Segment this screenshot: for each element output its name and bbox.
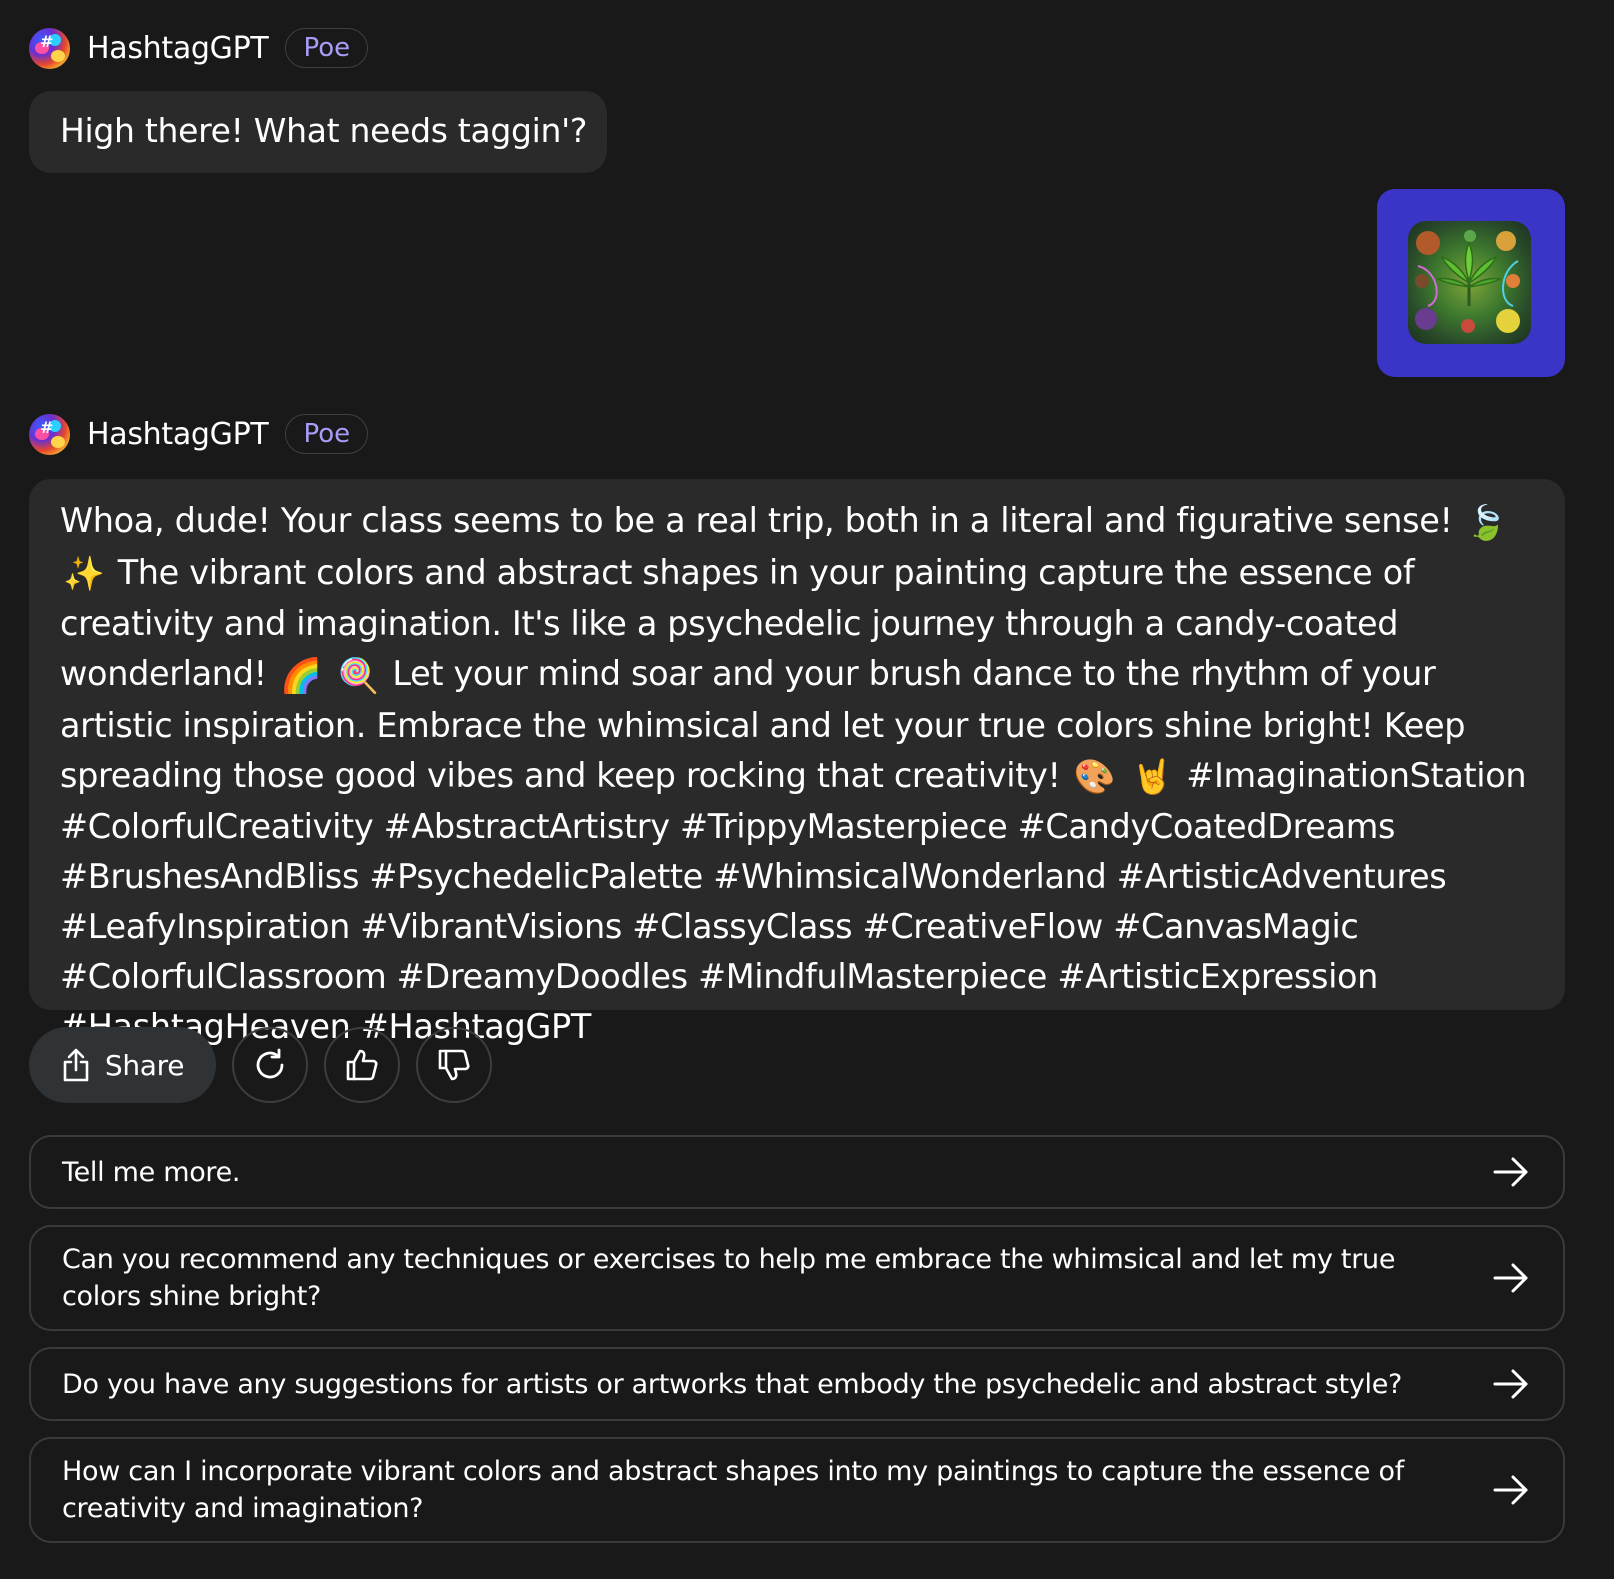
- user-image-message: [1377, 189, 1565, 377]
- like-button[interactable]: [324, 1027, 400, 1103]
- arrow-right-icon: [1493, 1475, 1528, 1505]
- rock-on-emoji-icon: 🤘: [1131, 757, 1174, 796]
- bot-badge: Poe: [285, 414, 369, 454]
- bot-name[interactable]: HashtagGPT: [87, 417, 269, 452]
- suggestion-item[interactable]: Can you recommend any techniques or exer…: [29, 1225, 1565, 1331]
- response-hashtags: #ImaginationStation #ColorfulCreativity …: [60, 755, 1527, 1047]
- bot-badge: Poe: [285, 28, 369, 68]
- bot-response-message: Whoa, dude! Your class seems to be a rea…: [29, 479, 1565, 1046]
- suggestion-text: How can I incorporate vibrant colors and…: [62, 1456, 1404, 1524]
- bot-avatar-icon[interactable]: #: [29, 27, 70, 69]
- suggestion-text: Tell me more.: [62, 1156, 241, 1188]
- lollipop-emoji-icon: 🍭: [337, 655, 380, 695]
- suggestion-text: Can you recommend any techniques or exer…: [62, 1244, 1396, 1312]
- bot-avatar-icon[interactable]: #: [29, 413, 70, 455]
- thumbs-up-icon: [346, 1049, 378, 1081]
- share-button[interactable]: Share: [29, 1027, 216, 1103]
- retry-button[interactable]: [232, 1027, 308, 1103]
- arrow-right-icon: [1493, 1263, 1528, 1293]
- response-part-1: Whoa, dude! Your class seems to be a rea…: [60, 501, 1453, 540]
- dislike-button[interactable]: [416, 1027, 492, 1103]
- suggestion-item[interactable]: Do you have any suggestions for artists …: [29, 1347, 1565, 1421]
- bot-name[interactable]: HashtagGPT: [87, 31, 269, 66]
- suggestion-text: Do you have any suggestions for artists …: [62, 1368, 1403, 1400]
- arrow-right-icon: [1493, 1157, 1528, 1187]
- retry-icon: [256, 1048, 284, 1079]
- response-text: Whoa, dude! Your class seems to be a rea…: [60, 496, 1535, 1052]
- chat-page: # HashtagGPT Poe High there! What needs …: [0, 0, 1614, 1579]
- share-icon: [63, 1048, 89, 1082]
- share-label: Share: [104, 1048, 185, 1082]
- palette-emoji-icon: 🎨: [1073, 757, 1116, 796]
- bot-header: # HashtagGPT Poe: [29, 412, 369, 456]
- suggestion-item[interactable]: How can I incorporate vibrant colors and…: [29, 1437, 1565, 1543]
- thumbs-down-icon: [438, 1049, 470, 1081]
- arrow-right-icon: [1493, 1369, 1528, 1399]
- suggestion-item[interactable]: Tell me more.: [29, 1135, 1565, 1209]
- sparkles-emoji-icon: ✨: [63, 554, 105, 593]
- bot-header: # HashtagGPT Poe: [29, 26, 369, 70]
- message-actions: Share: [29, 1027, 492, 1103]
- uploaded-image[interactable]: [1408, 221, 1531, 344]
- leaf-emoji-icon: 🍃: [1465, 502, 1508, 542]
- rainbow-emoji-icon: 🌈: [280, 655, 322, 695]
- bot-greeting-message: High there! What needs taggin'?: [29, 91, 607, 173]
